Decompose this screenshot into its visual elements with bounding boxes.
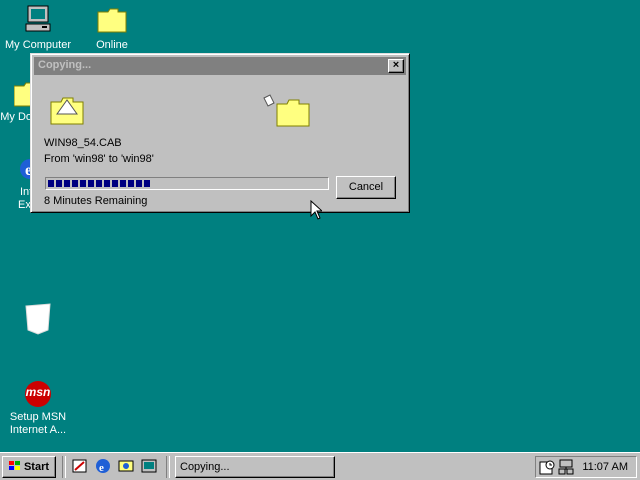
progress-fill — [48, 180, 150, 187]
desktop-icon-label: Internet A... — [9, 424, 67, 436]
progress-block — [80, 180, 86, 187]
progress-block — [96, 180, 102, 187]
msn-icon: msn — [22, 380, 54, 408]
clock[interactable]: 11:07 AM — [582, 461, 628, 473]
start-label: Start — [23, 461, 50, 473]
progress-block — [128, 180, 134, 187]
folder-icon — [96, 4, 128, 36]
progress-block — [112, 180, 118, 187]
taskbar: Start e Copying... 11:07 AM — [0, 452, 640, 480]
progress-block — [88, 180, 94, 187]
svg-text:e: e — [99, 462, 104, 474]
msn-logo-text: msn — [25, 385, 51, 399]
desktop-icon-label: My Do — [0, 111, 32, 123]
destination-folder-icon — [275, 96, 311, 128]
quick-launch-divider — [62, 456, 66, 478]
cancel-label: Cancel — [348, 181, 384, 193]
desktop-icon-recycle-bin[interactable] — [0, 300, 76, 339]
progress-block — [64, 180, 70, 187]
quick-launch-show-desktop-icon[interactable] — [141, 458, 157, 474]
from-to-text: From 'win98' to 'win98' — [44, 153, 154, 165]
source-folder-icon — [49, 94, 85, 126]
close-icon: × — [392, 59, 400, 71]
quick-launch-internet-explorer-icon[interactable]: e — [95, 458, 111, 474]
quick-launch-outlook-express-icon[interactable] — [118, 458, 134, 474]
flying-paper-icon — [263, 94, 275, 108]
dialog-title: Copying... — [38, 59, 92, 71]
start-button[interactable]: Start — [2, 456, 56, 478]
close-button[interactable]: × — [388, 59, 404, 73]
desktop-icon-my-documents[interactable]: My Do — [0, 80, 35, 124]
time-remaining-text: 8 Minutes Remaining — [44, 195, 148, 207]
taskbar-button-copying[interactable]: Copying... — [175, 456, 335, 478]
copy-progress-bar — [45, 177, 329, 190]
file-name-text: WIN98_54.CAB — [44, 137, 122, 149]
cancel-button[interactable]: Cancel — [336, 176, 396, 199]
progress-block — [48, 180, 54, 187]
progress-block — [72, 180, 78, 187]
windows-logo-icon — [8, 458, 21, 470]
progress-block — [144, 180, 150, 187]
taskbar-button-label: Copying... — [180, 461, 230, 473]
desktop-icon-online[interactable]: Online — [74, 4, 150, 52]
system-tray: 11:07 AM — [535, 456, 637, 478]
mouse-pointer-icon — [310, 199, 324, 220]
progress-block — [120, 180, 126, 187]
desktop-icon-setup-msn[interactable]: msn Setup MSN Internet A... — [0, 380, 76, 437]
progress-block — [104, 180, 110, 187]
desktop-icon-label: Online — [96, 39, 128, 51]
quick-launch-channels-icon[interactable] — [72, 458, 88, 474]
desktop-icon-my-computer[interactable]: My Computer — [0, 4, 76, 52]
recycle-bin-icon — [22, 300, 54, 336]
copying-dialog: Copying... × WIN98_54.CAB From 'win98' t… — [30, 53, 410, 213]
network-icon[interactable] — [558, 459, 574, 475]
dialog-title-bar[interactable]: Copying... × — [34, 57, 406, 75]
scheduler-icon[interactable] — [539, 459, 555, 475]
my-computer-icon — [22, 4, 54, 36]
progress-block — [136, 180, 142, 187]
desktop-icon-label: My Computer — [4, 39, 72, 51]
taskbar-divider — [166, 456, 170, 478]
progress-block — [56, 180, 62, 187]
desktop-icon-label: Setup MSN — [9, 411, 67, 423]
